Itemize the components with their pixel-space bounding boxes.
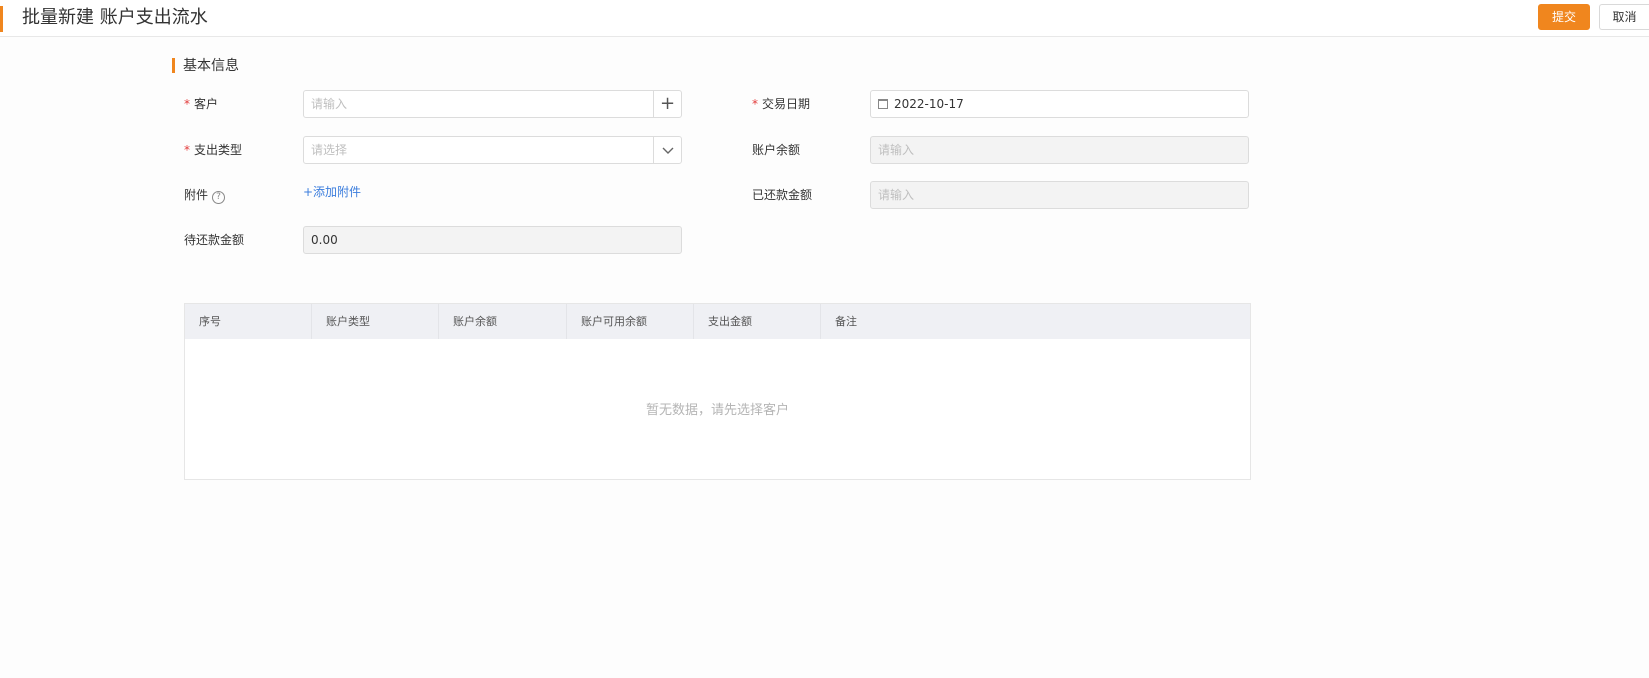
column-header-expense-amount: 支出金额 <box>694 304 821 339</box>
account-balance-label: 账户余额 <box>752 143 801 157</box>
column-header-account-balance: 账户余额 <box>439 304 567 339</box>
column-header-index: 序号 <box>185 304 312 339</box>
table-empty-text: 暂无数据，请先选择客户 <box>645 403 789 418</box>
page-header: 批量新建 账户支出流水 提交 取消 <box>0 0 1649 37</box>
plus-icon[interactable]: + <box>653 91 681 117</box>
submit-button[interactable]: 提交 <box>1538 4 1590 30</box>
add-attachment-link[interactable]: +添加附件 <box>303 183 361 201</box>
page-title: 批量新建 账户支出流水 <box>22 7 208 28</box>
chevron-down-icon[interactable] <box>653 137 681 163</box>
required-mark: * <box>184 143 190 157</box>
customer-input[interactable]: 请输入 + <box>303 90 682 118</box>
header-accent-bar <box>0 6 3 32</box>
trade-date-picker[interactable]: 2022-10-17 <box>870 90 1249 118</box>
column-header-available-balance: 账户可用余额 <box>567 304 694 339</box>
repaid-amount-label: 已还款金额 <box>752 188 813 202</box>
cancel-button[interactable]: 取消 <box>1599 4 1649 30</box>
repaid-amount-input: 请输入 <box>870 181 1249 209</box>
question-circle-icon[interactable]: ? <box>212 191 226 204</box>
column-header-account-type: 账户类型 <box>312 304 439 339</box>
required-mark: * <box>752 97 758 111</box>
calendar-icon <box>878 99 888 109</box>
pending-amount-label: 待还款金额 <box>184 233 245 247</box>
section-title-bar <box>172 58 175 73</box>
pending-amount-input: 0.00 <box>303 226 682 254</box>
required-mark: * <box>184 97 190 111</box>
expense-type-select[interactable]: 请选择 <box>303 136 682 164</box>
account-balance-input: 请输入 <box>870 136 1249 164</box>
account-expense-table: 序号 账户类型 账户余额 账户可用余额 支出金额 备注 暂无数据，请先选择客户 <box>184 303 1251 480</box>
column-header-remark: 备注 <box>835 315 857 328</box>
section-title: 基本信息 <box>183 58 239 74</box>
table-header: 序号 账户类型 账户余额 账户可用余额 支出金额 备注 <box>185 304 1250 339</box>
customer-label: * 客户 <box>184 97 219 111</box>
expense-type-label: * 支出类型 <box>184 143 243 157</box>
attachment-label: 附件? <box>184 186 226 204</box>
trade-date-label: * 交易日期 <box>752 97 811 111</box>
